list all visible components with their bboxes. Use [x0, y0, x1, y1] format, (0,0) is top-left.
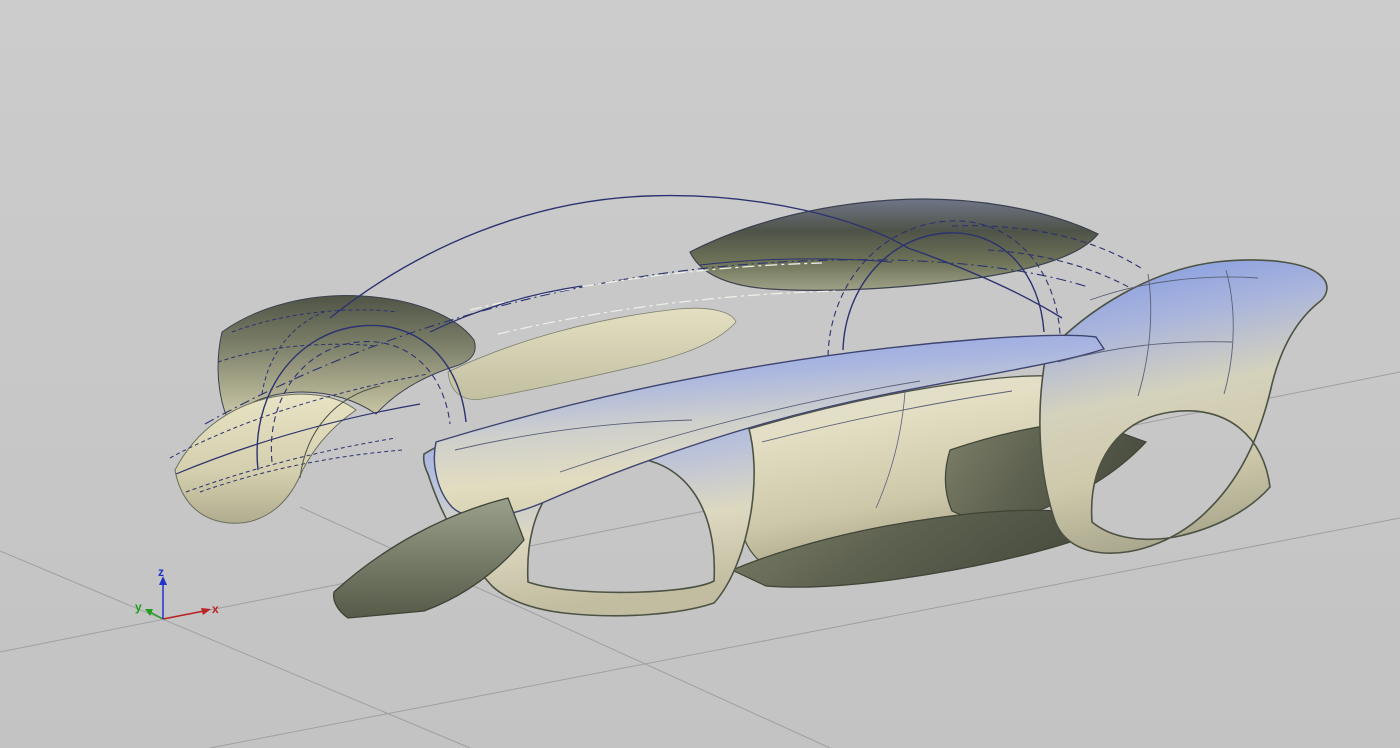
surface-nose[interactable]: [175, 394, 356, 523]
axis-gizmo: x y z: [135, 565, 219, 619]
surface-rear-deck[interactable]: [690, 199, 1098, 290]
x-axis-label: x: [212, 602, 219, 616]
z-axis-label: z: [158, 565, 164, 579]
shaded-car[interactable]: [334, 260, 1327, 618]
x-axis-arrow-icon: [201, 608, 211, 615]
x-axis-line: [163, 611, 204, 619]
viewport-canvas[interactable]: x y z: [0, 0, 1400, 748]
3d-viewport[interactable]: x y z: [0, 0, 1400, 748]
y-axis-line: [150, 612, 163, 619]
y-axis-label: y: [135, 600, 142, 614]
surface-rear-fender[interactable]: [1040, 260, 1327, 553]
surface-front-splitter[interactable]: [334, 498, 524, 618]
